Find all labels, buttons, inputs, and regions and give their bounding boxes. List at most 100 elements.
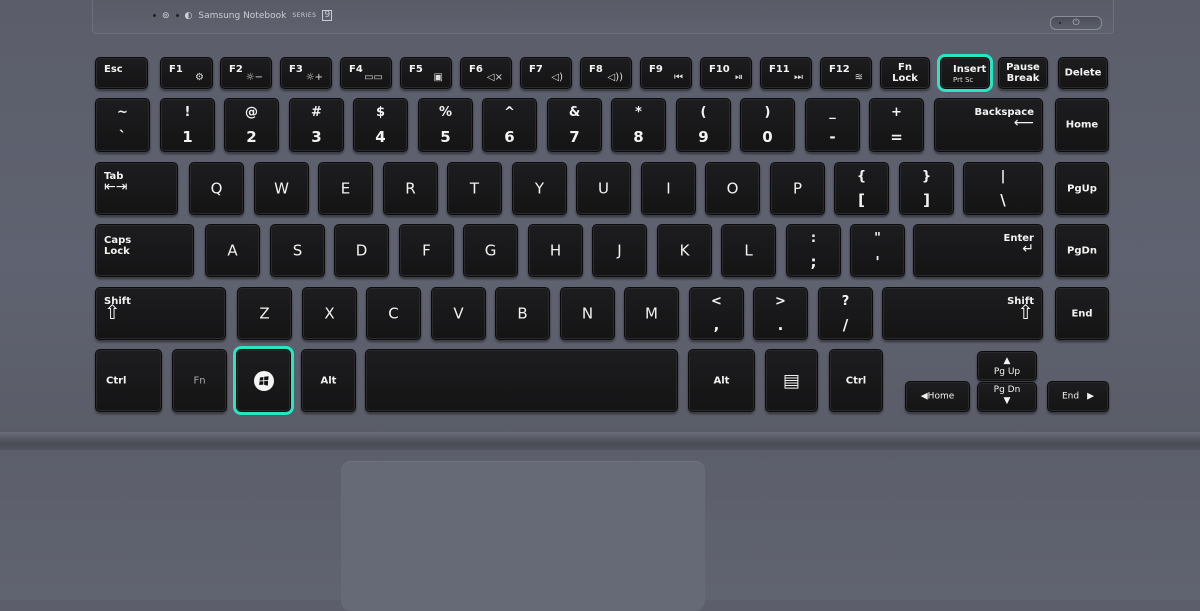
key-comma[interactable]: <,: [689, 287, 744, 340]
key-j[interactable]: J: [592, 224, 647, 277]
key-alt[interactable]: Alt: [688, 349, 755, 412]
key-asterisk[interactable]: * 8: [611, 98, 666, 152]
key-arrow-right[interactable]: End ▶: [1047, 381, 1109, 412]
key-e[interactable]: E: [318, 162, 373, 215]
status-strip: ⊚ ◐ Samsung Notebook SERIES 9: [92, 0, 1114, 34]
key-label: A: [227, 241, 238, 259]
key-a[interactable]: A: [205, 224, 260, 277]
key-menu[interactable]: ▤: [765, 349, 818, 412]
key-g[interactable]: G: [463, 224, 518, 277]
key-ampersand[interactable]: & 7: [547, 98, 602, 152]
key-f1[interactable]: F1 ⚙: [160, 57, 213, 89]
key-caret[interactable]: ^ 6: [482, 98, 537, 152]
key-backspace[interactable]: Backspace ⟵: [934, 98, 1043, 152]
key-f8[interactable]: F8 ◁)): [580, 57, 632, 89]
power-button[interactable]: ⏻: [1050, 16, 1102, 30]
touchpad[interactable]: [341, 461, 705, 611]
key-backslash[interactable]: | \: [963, 162, 1043, 215]
key-z[interactable]: Z: [237, 287, 292, 340]
key-q[interactable]: Q: [189, 162, 244, 215]
key-f10[interactable]: F10 ⏯: [700, 57, 752, 89]
key-d[interactable]: D: [334, 224, 389, 277]
key-pgup[interactable]: PgUp: [1055, 162, 1109, 215]
volume-up-icon: ◁)): [607, 72, 624, 83]
key-f2[interactable]: F2 ☼−: [220, 57, 272, 89]
key-x[interactable]: X: [302, 287, 357, 340]
key-label: X: [324, 304, 335, 322]
key-n[interactable]: N: [560, 287, 615, 340]
shift-arrow-icon: ⇧: [104, 300, 121, 324]
key-equals[interactable]: + =: [869, 98, 924, 152]
key-b[interactable]: B: [495, 287, 550, 340]
key-f9[interactable]: F9 ⏮: [640, 57, 692, 89]
brightness-down-icon: ☼−: [245, 72, 263, 83]
key-k[interactable]: K: [657, 224, 712, 277]
key-ctrl[interactable]: Ctrl: [95, 349, 162, 412]
key-arrow-left[interactable]: ◀Home: [905, 381, 970, 412]
key-at[interactable]: @2: [224, 98, 279, 152]
key-pgdn[interactable]: PgDn: [1055, 224, 1109, 277]
key-label-text: Pg Up: [993, 367, 1021, 378]
key-shift[interactable]: Shift ⇧: [882, 287, 1043, 340]
key-v[interactable]: V: [431, 287, 486, 340]
key-r[interactable]: R: [383, 162, 438, 215]
key-left-paren[interactable]: (9: [676, 98, 731, 152]
key-f4[interactable]: F4 ▭▭: [340, 57, 392, 89]
key-l[interactable]: L: [721, 224, 776, 277]
key-caps-lock[interactable]: Caps Lock: [95, 224, 194, 277]
key-base-symbol: 1: [182, 128, 193, 146]
key-s[interactable]: S: [270, 224, 325, 277]
key-quote[interactable]: " ': [850, 224, 905, 277]
key-pause-break[interactable]: Pause Break: [998, 57, 1048, 89]
key-tab[interactable]: Tab ⇤⇥: [95, 162, 178, 215]
key-m[interactable]: M: [624, 287, 679, 340]
key-h[interactable]: H: [528, 224, 583, 277]
key-label-text: Home: [927, 391, 955, 401]
key-period[interactable]: >.: [753, 287, 808, 340]
key-semicolon[interactable]: :;: [786, 224, 841, 277]
key-arrow-down[interactable]: Pg Dn ▼: [977, 382, 1037, 412]
key-ctrl[interactable]: Ctrl: [829, 349, 883, 412]
key-dollar[interactable]: $4: [353, 98, 408, 152]
key-right-paren[interactable]: ) 0: [740, 98, 795, 152]
key-base-symbol: =: [890, 128, 903, 146]
key-home[interactable]: Home: [1055, 98, 1109, 152]
key-left-bracket[interactable]: {[: [834, 162, 889, 215]
key-o[interactable]: O: [705, 162, 760, 215]
key-arrow-up[interactable]: ▲ Pg Up: [977, 351, 1037, 381]
key-u[interactable]: U: [576, 162, 631, 215]
series-number: 9: [322, 10, 333, 21]
key-base-symbol: ': [875, 253, 880, 271]
key-slash[interactable]: ? /: [818, 287, 873, 340]
key-y[interactable]: Y: [512, 162, 567, 215]
key-right-bracket[interactable]: }]: [899, 162, 954, 215]
key-shift[interactable]: Shift ⇧: [95, 287, 226, 340]
key-fn[interactable]: Fn: [172, 349, 227, 412]
key-insert[interactable]: Insert Prt Sc: [937, 54, 993, 92]
key-esc[interactable]: Esc: [95, 57, 148, 89]
key-fn-lock[interactable]: Fn Lock: [880, 57, 930, 89]
key-p[interactable]: P: [770, 162, 825, 215]
key-f12[interactable]: F12 ≋: [820, 57, 872, 89]
key-delete[interactable]: Delete: [1058, 57, 1108, 89]
key-f11[interactable]: F11 ⏭: [760, 57, 812, 89]
key-alt[interactable]: Alt: [301, 349, 356, 412]
key-f[interactable]: F: [399, 224, 454, 277]
key-windows[interactable]: [233, 346, 294, 415]
key-f7[interactable]: F7 ◁): [520, 57, 572, 89]
key-hash[interactable]: #3: [289, 98, 344, 152]
key-minus[interactable]: _ -: [805, 98, 860, 152]
key-i[interactable]: I: [641, 162, 696, 215]
key-space[interactable]: [365, 349, 678, 412]
key-c[interactable]: C: [366, 287, 421, 340]
key-f3[interactable]: F3 ☼+: [280, 57, 332, 89]
key-exclamation[interactable]: ! 1: [160, 98, 215, 152]
key-w[interactable]: W: [254, 162, 309, 215]
key-percent[interactable]: % 5: [418, 98, 473, 152]
key-tilde[interactable]: ~ `: [95, 98, 150, 152]
key-f6[interactable]: F6 ◁×: [460, 57, 512, 89]
key-t[interactable]: T: [447, 162, 502, 215]
key-enter[interactable]: Enter ↵: [913, 224, 1043, 277]
key-f5[interactable]: F5 ▣: [400, 57, 452, 89]
key-end[interactable]: End: [1055, 287, 1109, 340]
